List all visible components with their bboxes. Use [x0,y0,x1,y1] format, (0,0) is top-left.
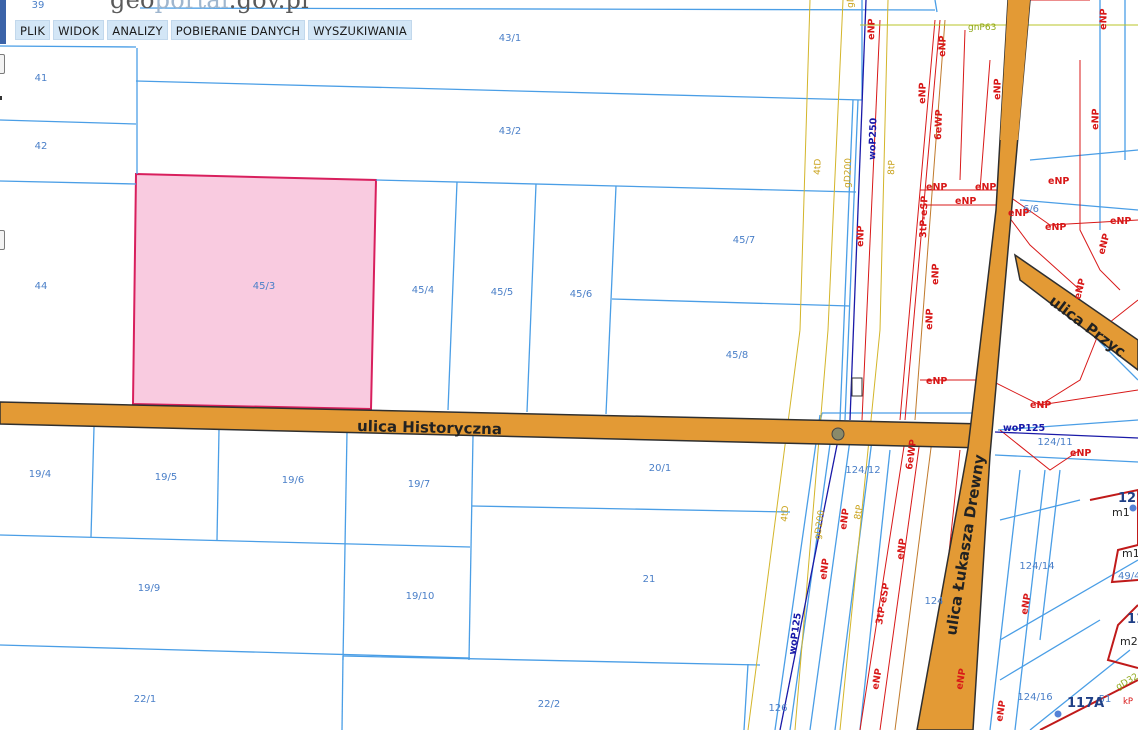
svg-text:m2: m2 [1120,635,1138,648]
parcel-label: 42 [35,141,48,152]
brand-part-1: geo [110,0,155,14]
parcel-label: 124/12 [845,465,880,476]
menu-plik[interactable]: PLIK [15,20,51,40]
svg-text:12: 12 [1118,491,1136,506]
well-symbol-icon [851,377,863,397]
parcel-label: 124/16 [1017,692,1052,703]
brand-part-3: .gov.pl [228,0,309,14]
svg-text:eNP: eNP [937,35,949,57]
svg-text:eNP: eNP [924,308,936,330]
menu-pobieranie-danych[interactable]: POBIERANIE DANYCH [170,20,306,40]
survey-point-icon [831,427,845,441]
svg-text:eNP: eNP [1045,222,1066,233]
svg-text:eNP: eNP [855,225,867,247]
svg-text:eNP: eNP [994,700,1009,723]
svg-text:gD: gD [846,0,856,8]
svg-text:eNP: eNP [838,508,852,531]
svg-text:eNP: eNP [992,78,1004,100]
svg-text:eNP: eNP [1110,216,1131,227]
svg-text:4tD: 4tD [813,159,824,176]
svg-text:eNP: eNP [926,376,947,387]
svg-text:8tP: 8tP [887,160,898,176]
svg-text:m1: m1 [1122,547,1138,560]
svg-text:woP250: woP250 [867,117,879,160]
svg-text:eNP: eNP [930,263,942,285]
parcel-label: 41 [35,73,48,84]
svg-text:49/4: 49/4 [1118,571,1138,582]
svg-text:eNP: eNP [917,82,929,104]
parcel-label: 45/7 [733,235,755,246]
svg-text:eNP: eNP [895,538,909,561]
svg-text:eNP: eNP [1008,208,1029,219]
parcel-label: 45/5 [491,287,513,298]
parcel-label: 19/5 [155,472,177,483]
side-marker-icon [0,96,2,100]
geoportal-app: 39 41 42 44 43/1 43/2 45/3 45/4 45/5 45/… [0,0,1138,730]
parcel-label: 20/1 [649,463,671,474]
parcel-label: 45/3 [253,281,275,292]
svg-text:eNP: eNP [1048,176,1069,187]
parcel-label: 21 [643,574,656,585]
svg-text:m1: m1 [1112,506,1130,519]
svg-text:eNP: eNP [866,18,878,40]
parcel-label: 126 [768,703,787,714]
svg-text:eNP: eNP [1030,400,1051,411]
parcel-label: 39 [32,0,45,11]
svg-text:eNP: eNP [926,182,947,193]
parcel-label: 19/7 [408,479,430,490]
geoportal-logo[interactable]: geoportal.gov.pl [110,0,309,14]
svg-text:eNP: eNP [870,668,885,691]
road-label-historyczna: ulica Historyczna [357,417,502,438]
side-handle-bottom[interactable] [0,230,5,250]
svg-text:eNP: eNP [818,558,832,581]
svg-text:eNP: eNP [1019,593,1034,616]
svg-text:117A: 117A [1067,696,1104,711]
svg-text:eNP: eNP [1090,108,1102,130]
svg-text:kP: kP [1123,697,1133,707]
svg-text:eNP: eNP [975,182,996,193]
parcel-label: 19/9 [138,583,160,594]
side-handle-top[interactable] [0,54,5,74]
svg-text:gD200: gD200 [813,509,827,540]
svg-text:eNP: eNP [1096,232,1112,256]
menu-widok[interactable]: WIDOK [53,20,105,40]
svg-text:11: 11 [1127,612,1138,627]
parcel-label: 45/4 [412,285,434,296]
menu-wyszukiwania[interactable]: WYSZUKIWANIA [308,20,412,40]
svg-text:gnP63: gnP63 [968,23,996,33]
svg-text:eNP: eNP [1098,8,1110,30]
svg-text:eNP: eNP [1070,448,1091,459]
brand-part-2: portal [154,0,229,14]
main-menu: PLIK WIDOK ANALIZY POBIERANIE DANYCH WYS… [15,20,412,40]
svg-text:3tP-eSP: 3tP-eSP [918,196,930,239]
parcel-label: 19/10 [406,591,435,602]
parcel-label: 44 [35,281,48,292]
parcel-label: 43/2 [499,126,521,137]
parcel-label: 124 [924,596,943,607]
parcel-label: 124/11 [1037,437,1072,448]
parcel-label: 19/6 [282,475,304,486]
svg-text:gD200: gD200 [843,158,854,188]
parcel-label: 45/8 [726,350,748,361]
parcel-label: 19/4 [29,469,51,480]
parcel-label: 22/2 [538,699,560,710]
side-panel-tab[interactable] [0,0,6,44]
svg-text:4tD: 4tD [780,505,791,522]
svg-text:6eWP: 6eWP [933,109,945,140]
svg-text:eNP: eNP [1072,277,1088,301]
svg-text:eNP: eNP [955,196,976,207]
svg-text:gD32: gD32 [1115,672,1138,693]
buildings [1039,488,1138,730]
parcel-label: 22/1 [134,694,156,705]
svg-text:3tP-eSP: 3tP-eSP [874,582,892,625]
svg-text:woP125: woP125 [1003,423,1045,434]
parcel-label: 45/6 [570,289,592,300]
svg-text:8tP: 8tP [853,504,865,521]
parcel-label: 43/1 [499,33,521,44]
parcel-label: 124/14 [1019,561,1054,572]
map-canvas[interactable]: 39 41 42 44 43/1 43/2 45/3 45/4 45/5 45/… [0,0,1138,730]
menu-analizy[interactable]: ANALIZY [107,20,168,40]
